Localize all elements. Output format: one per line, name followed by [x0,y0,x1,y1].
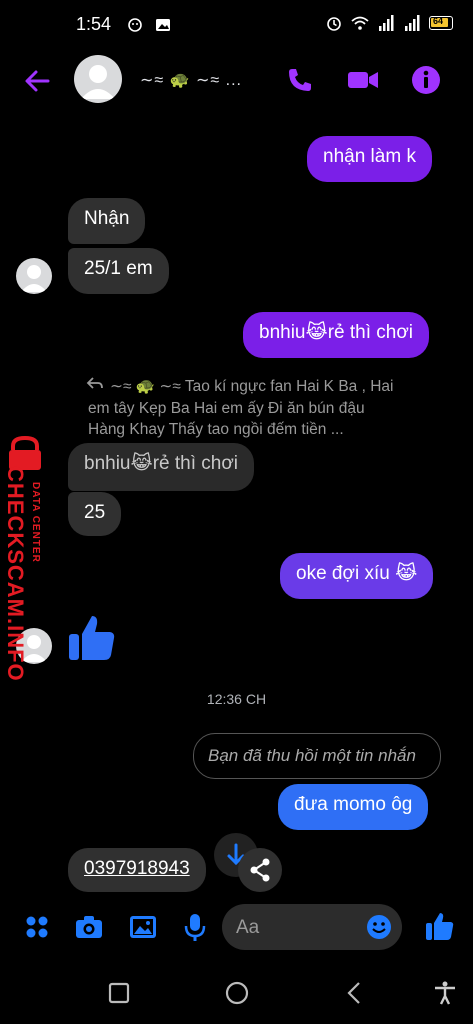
notification-icon [128,18,142,32]
home-icon[interactable] [224,980,250,1006]
accessibility-icon[interactable] [432,980,458,1006]
phone-number-message[interactable]: 0397918943 [68,848,206,892]
thumbs-up-icon[interactable] [66,612,118,664]
share-button[interactable] [238,848,282,892]
incoming-message[interactable]: 25 [68,492,122,536]
image-icon[interactable] [128,912,158,942]
message-input[interactable]: Aa [222,904,402,950]
camera-icon[interactable] [74,912,104,942]
status-time: 1:54 [76,14,112,34]
back-icon[interactable] [342,980,368,1006]
outgoing-message[interactable]: oke đợi xíu 😹 [280,553,434,599]
watermark: CHECKSCAM.INFO DATA CENTER [0,436,50,682]
outgoing-message[interactable]: bnhiu😹rẻ thì chơi [243,312,430,358]
four-dots-icon[interactable] [22,912,52,942]
lock-icon [9,436,41,470]
message-input-placeholder: Aa [236,917,260,938]
battery-icon: 64 [429,16,453,30]
battery-level: 64 [433,16,444,26]
wifi-icon [351,16,369,30]
emoji-icon[interactable] [366,914,392,940]
unsent-message: Bạn đã thu hồi một tin nhắn [193,733,441,779]
outgoing-message[interactable]: đưa momo ôg [278,784,429,830]
incoming-message[interactable]: 25/1 em [68,248,169,294]
info-icon[interactable] [410,64,442,96]
thumbs-up-icon[interactable] [424,910,456,942]
timestamp: 12:36 CH [206,691,267,707]
android-nav-bar [0,966,473,1024]
status-bar: 1:54 64 [0,0,473,50]
signal-icon [379,15,394,31]
message-composer: Aa [0,900,473,956]
reply-context: ∼≈ 🐢 ∼≈ Tao kí ngực fan Hai K Ba , Hai e… [88,378,394,439]
watermark-subtext: DATA CENTER [30,482,41,563]
contact-avatar[interactable] [74,55,122,103]
signal-icon [405,15,420,31]
image-notification-icon [156,19,170,31]
outgoing-message[interactable]: nhận làm k [307,136,432,182]
replied-message[interactable]: bnhiu😹rẻ thì chơi [68,443,255,491]
back-arrow-icon[interactable] [20,64,54,98]
watermark-text: CHECKSCAM.INFO [3,466,28,682]
sender-avatar [16,258,52,294]
microphone-icon[interactable] [180,912,210,942]
contact-name[interactable]: ∼≈ 🐢 ∼≈ ... [140,70,242,90]
video-camera-icon[interactable] [346,64,380,96]
phone-icon[interactable] [284,64,316,96]
share-icon [250,858,270,882]
incoming-message[interactable]: Nhận [68,198,146,244]
recent-apps-icon[interactable] [106,980,132,1006]
chat-header: ∼≈ 🐢 ∼≈ ... [0,50,473,112]
alarm-icon [327,17,341,31]
